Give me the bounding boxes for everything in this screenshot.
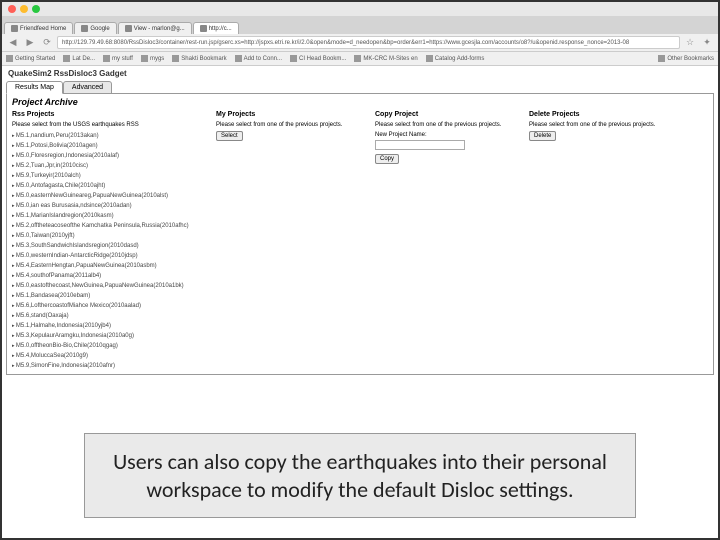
rss-list-item[interactable]: M5.2,offtheteacoseofthe Kamchatka Penins… <box>12 221 212 231</box>
maximize-icon[interactable] <box>32 5 40 13</box>
bookmark-item[interactable]: Lat De... <box>63 55 95 62</box>
tab-label: http://c... <box>209 26 232 32</box>
rss-list-item[interactable]: M5.1,Bandasea(2010ebam) <box>12 291 212 301</box>
bookmark-item[interactable]: Getting Started <box>6 55 55 62</box>
column-header: Rss Projects <box>12 111 212 118</box>
rss-list-item[interactable]: M5.1,MarianIslandregion(2010kasm) <box>12 211 212 221</box>
copy-button[interactable]: Copy <box>375 154 399 164</box>
rss-list-item[interactable]: M5.9,SimonFine,Indonesia(2010afnr) <box>12 361 212 371</box>
browser-tab-active[interactable]: http://c... <box>193 22 239 34</box>
rss-list-item[interactable]: M5.0,eastofthecoast,NewGuinea,PapuaNewGu… <box>12 281 212 291</box>
select-button[interactable]: Select <box>216 131 243 141</box>
other-bookmarks[interactable]: Other Bookmarks <box>658 55 714 62</box>
rss-list-item[interactable]: M5.0,westernIndian-AntarcticRidge(2010jd… <box>12 251 212 261</box>
url-toolbar: ◀ ▶ ⟳ http://129.79.49.68:8080/RssDisloc… <box>2 34 718 52</box>
rss-list-item[interactable]: M5.0,offtheonBio-Bio,Chile(2010qgag) <box>12 341 212 351</box>
column-header: My Projects <box>216 111 371 118</box>
rss-list-item[interactable]: M5.3,SouthSandwichIslandsregion(2010dasd… <box>12 241 212 251</box>
tab-label: Google <box>90 26 109 32</box>
rss-list-item[interactable]: M5.1,Potosi,Bolivia(2010agen) <box>12 141 212 151</box>
tab-favicon-icon <box>125 25 132 32</box>
bookmark-item[interactable]: CI Head Bookm... <box>290 55 346 62</box>
bookmark-item[interactable]: MK-CRC M-Sites en <box>354 55 417 62</box>
bookmark-item[interactable]: Add to Conn... <box>235 55 282 62</box>
bookmark-icon <box>141 55 148 62</box>
project-archive-panel: Project Archive Rss Projects Please sele… <box>6 93 714 375</box>
rss-list-item[interactable]: M5.4,southofPanama(2011alb4) <box>12 271 212 281</box>
rss-list-item[interactable]: M5.0,Floresregion,Indonesia(2010alaf) <box>12 151 212 161</box>
rss-list-item[interactable]: M5.0,ian eas Burusasia,ndsince(2010adan) <box>12 201 212 211</box>
bookmark-item[interactable]: Catalog Add-forms <box>426 55 485 62</box>
bookmark-icon <box>172 55 179 62</box>
rss-list-item[interactable]: M5.0,Taiwan(2010yjft) <box>12 231 212 241</box>
column-subtext: Please select from one of the previous p… <box>216 122 371 128</box>
minimize-icon[interactable] <box>20 5 28 13</box>
mac-window-controls <box>2 2 718 16</box>
bookmark-icon <box>6 55 13 62</box>
bookmark-item[interactable]: mygs <box>141 55 164 62</box>
app-title: QuakeSim2 RssDisloc3 Gadget <box>2 66 718 81</box>
tab-label: Friendfeed Home <box>20 26 66 32</box>
browser-tab[interactable]: Friendfeed Home <box>4 22 73 34</box>
rss-list-item[interactable]: M5.4,EasternHengtan,PapuaNewGuinea(2010a… <box>12 261 212 271</box>
url-text: http://129.79.49.68:8080/RssDisloc3/cont… <box>62 40 629 46</box>
bookmark-bar: Getting Started Lat De... my stuff mygs … <box>2 52 718 66</box>
rss-list-item[interactable]: M5.1,Halmahe,Indonesia(2010yjb4) <box>12 321 212 331</box>
tab-label: View - marlon@g... <box>134 26 185 32</box>
browser-tab[interactable]: Google <box>74 22 116 34</box>
rss-list-item[interactable]: M5.3,KepulaurAramgku,Indonesia(2010a0g) <box>12 331 212 341</box>
rss-list-item[interactable]: M5.6,stand(Oaxaja) <box>12 311 212 321</box>
forward-button[interactable]: ▶ <box>23 36 37 50</box>
bookmark-icon <box>290 55 297 62</box>
bookmark-icon <box>63 55 70 62</box>
tab-favicon-icon <box>11 25 18 32</box>
bookmark-item[interactable]: my stuff <box>103 55 133 62</box>
close-icon[interactable] <box>8 5 16 13</box>
rss-list-item[interactable]: M5.1,nandium,Peru(2013akan) <box>12 131 212 141</box>
bookmark-item[interactable]: Shakti Bookmark <box>172 55 226 62</box>
copy-project-column: Copy Project Please select from one of t… <box>375 111 525 371</box>
bookmark-icon <box>235 55 242 62</box>
column-subtext: Please select from one of the previous p… <box>529 122 679 128</box>
rss-list: M5.1,nandium,Peru(2013akan)M5.1,Potosi,B… <box>12 131 212 371</box>
bookmark-icon <box>103 55 110 62</box>
panel-title: Project Archive <box>12 97 708 107</box>
rss-list-item[interactable]: M5.6,LofthercoastofMiahce Mexico(2010aal… <box>12 301 212 311</box>
column-subtext: Please select from the USGS earthquakes … <box>12 122 212 128</box>
column-header: Delete Projects <box>529 111 679 118</box>
column-header: Copy Project <box>375 111 525 118</box>
rss-list-item[interactable]: M5.9,Turkeyir(2010alch) <box>12 171 212 181</box>
delete-button[interactable]: Delete <box>529 131 556 141</box>
tab-favicon-icon <box>200 25 207 32</box>
slide-caption: Users can also copy the earthquakes into… <box>84 433 636 518</box>
wrench-icon[interactable]: ✦ <box>700 36 714 50</box>
rss-list-item[interactable]: M5.0,Antofagasta,Chile(2010ajht) <box>12 181 212 191</box>
column-subtext: Please select from one of the previous p… <box>375 122 525 128</box>
browser-tab[interactable]: View - marlon@g... <box>118 22 192 34</box>
bookmark-icon <box>354 55 361 62</box>
folder-icon <box>658 55 665 62</box>
bookmark-icon <box>426 55 433 62</box>
url-input[interactable]: http://129.79.49.68:8080/RssDisloc3/cont… <box>57 36 680 49</box>
rss-list-item[interactable]: M5.2,Tuan,Jpr,in(2010cisc) <box>12 161 212 171</box>
reload-button[interactable]: ⟳ <box>40 36 54 50</box>
rss-projects-column: Rss Projects Please select from the USGS… <box>12 111 212 371</box>
tab-results-map[interactable]: Results Map <box>6 81 63 94</box>
back-button[interactable]: ◀ <box>6 36 20 50</box>
tab-favicon-icon <box>81 25 88 32</box>
field-label: New Project Name: <box>375 132 525 138</box>
browser-tab-strip: Friendfeed Home Google View - marlon@g..… <box>2 16 718 34</box>
rss-list-item[interactable]: M5.4,MoluccaSea(2010g9) <box>12 351 212 361</box>
my-projects-column: My Projects Please select from one of th… <box>216 111 371 371</box>
delete-projects-column: Delete Projects Please select from one o… <box>529 111 679 371</box>
rss-list-item[interactable]: M5.0,easternNewGuineareg,PapuaNewGuinea(… <box>12 191 212 201</box>
bookmark-star-icon[interactable]: ☆ <box>683 36 697 50</box>
new-project-name-input[interactable] <box>375 140 465 150</box>
